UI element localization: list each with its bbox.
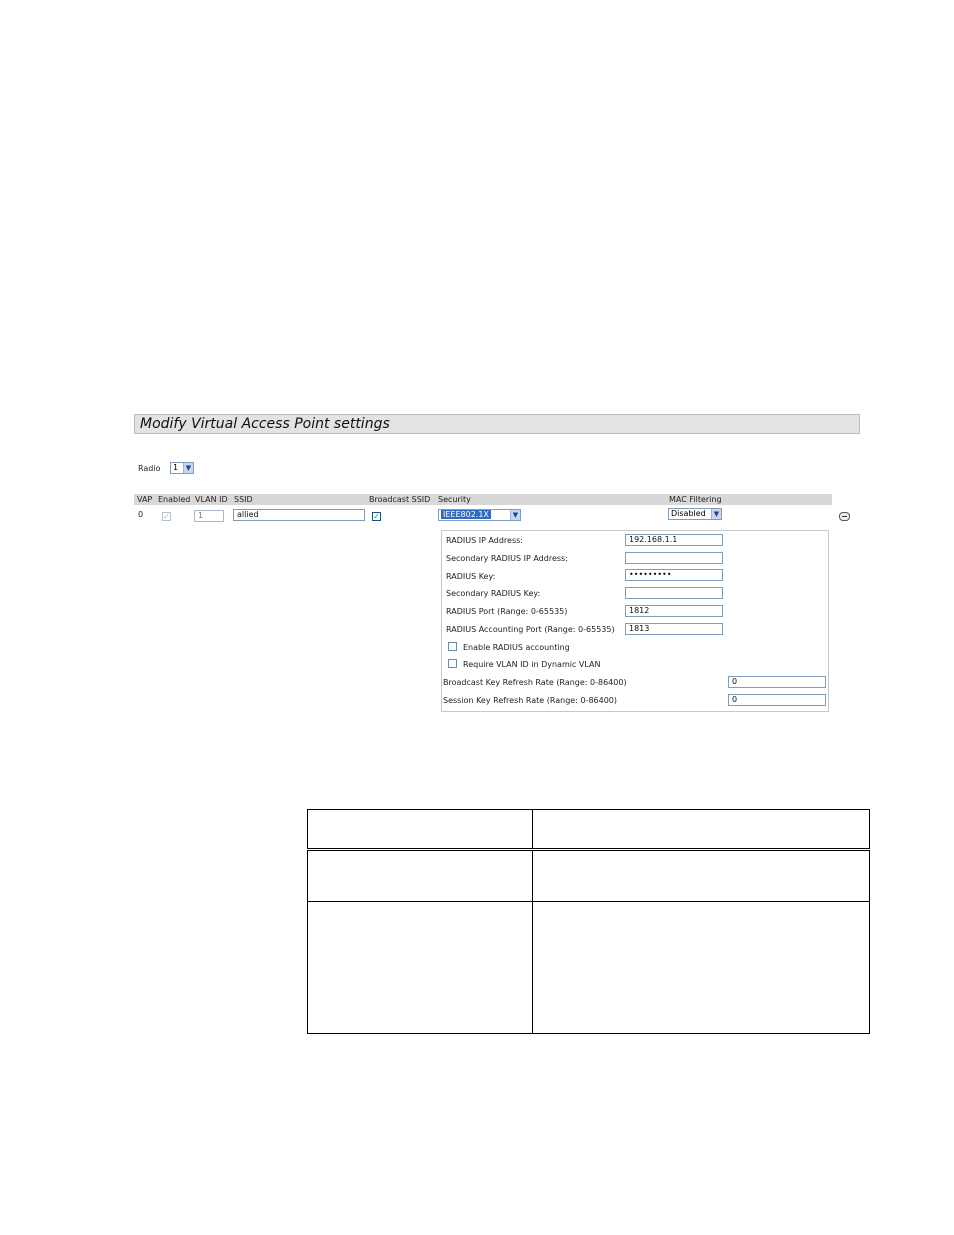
- require-vlan-id-label: Require VLAN ID in Dynamic VLAN: [463, 660, 601, 669]
- radio-label: Radio: [138, 464, 161, 473]
- radio-select[interactable]: 1 ▼: [170, 462, 194, 474]
- table-cell: [532, 849, 870, 902]
- chevron-down-icon[interactable]: ▼: [510, 510, 520, 520]
- ssid-input[interactable]: allied: [233, 509, 365, 521]
- chevron-down-icon[interactable]: ▼: [711, 509, 721, 519]
- secondary-radius-key-input[interactable]: [625, 587, 723, 599]
- vlan-id-input[interactable]: 1: [194, 510, 224, 522]
- column-header: VAP Enabled VLAN ID SSID Broadcast SSID …: [134, 494, 832, 505]
- check-icon: ✓: [373, 512, 380, 521]
- radius-key-input[interactable]: •••••••••: [625, 569, 723, 581]
- table-cell: [532, 901, 870, 1034]
- radius-key-label: RADIUS Key:: [446, 572, 496, 581]
- col-mac-filtering: MAC Filtering: [669, 495, 722, 504]
- col-broadcast-ssid: Broadcast SSID: [369, 495, 431, 504]
- mac-filtering-value: Disabled: [671, 509, 706, 518]
- table-row: [307, 849, 870, 902]
- col-enabled: Enabled: [158, 495, 191, 504]
- table-cell: [307, 849, 533, 902]
- session-key-refresh-input[interactable]: 0: [728, 694, 826, 706]
- radius-ip-input[interactable]: 192.168.1.1: [625, 534, 723, 546]
- secondary-radius-ip-input[interactable]: [625, 552, 723, 564]
- broadcast-ssid-checkbox[interactable]: ✓: [372, 512, 381, 521]
- radius-port-label: RADIUS Port (Range: 0-65535): [446, 607, 568, 616]
- security-select-value: IEEE802.1X: [441, 510, 491, 519]
- radius-accounting-port-label: RADIUS Accounting Port (Range: 0-65535): [446, 625, 615, 634]
- enable-radius-accounting-checkbox[interactable]: [448, 642, 457, 651]
- col-vap: VAP: [137, 495, 153, 504]
- description-table: [307, 809, 870, 1034]
- vap-index: 0: [138, 510, 144, 519]
- radio-select-value: 1: [173, 463, 179, 472]
- chevron-down-icon[interactable]: ▼: [183, 463, 193, 473]
- table-header-cell: [307, 809, 533, 851]
- secondary-radius-key-label: Secondary RADIUS Key:: [446, 589, 541, 598]
- table-header-row: [307, 809, 870, 851]
- require-vlan-id-checkbox[interactable]: [448, 659, 457, 668]
- session-key-refresh-label: Session Key Refresh Rate (Range: 0-86400…: [443, 696, 618, 705]
- col-vlan-id: VLAN ID: [195, 495, 228, 504]
- enable-radius-accounting-label: Enable RADIUS accounting: [463, 643, 570, 652]
- security-select[interactable]: IEEE802.1X ▼: [438, 509, 521, 521]
- mac-filtering-select[interactable]: Disabled ▼: [668, 508, 722, 520]
- col-ssid: SSID: [234, 495, 253, 504]
- radius-port-input[interactable]: 1812: [625, 605, 723, 617]
- broadcast-key-refresh-label: Broadcast Key Refresh Rate (Range: 0-864…: [443, 678, 627, 687]
- secondary-radius-ip-label: Secondary RADIUS IP Address:: [446, 554, 568, 563]
- table-header-cell: [532, 809, 870, 851]
- page-title: Modify Virtual Access Point settings: [134, 414, 860, 434]
- table-row: [307, 901, 870, 1034]
- table-cell: [307, 901, 533, 1034]
- radius-accounting-port-input[interactable]: 1813: [625, 623, 723, 635]
- col-security: Security: [438, 495, 471, 504]
- broadcast-key-refresh-input[interactable]: 0: [728, 676, 826, 688]
- enabled-checkbox[interactable]: ✓: [162, 512, 171, 521]
- vap-settings-screenshot: Modify Virtual Access Point settings Rad…: [128, 408, 864, 714]
- minus-circle-icon[interactable]: [839, 512, 850, 521]
- radius-ip-label: RADIUS IP Address:: [446, 536, 523, 545]
- check-icon: ✓: [163, 512, 170, 521]
